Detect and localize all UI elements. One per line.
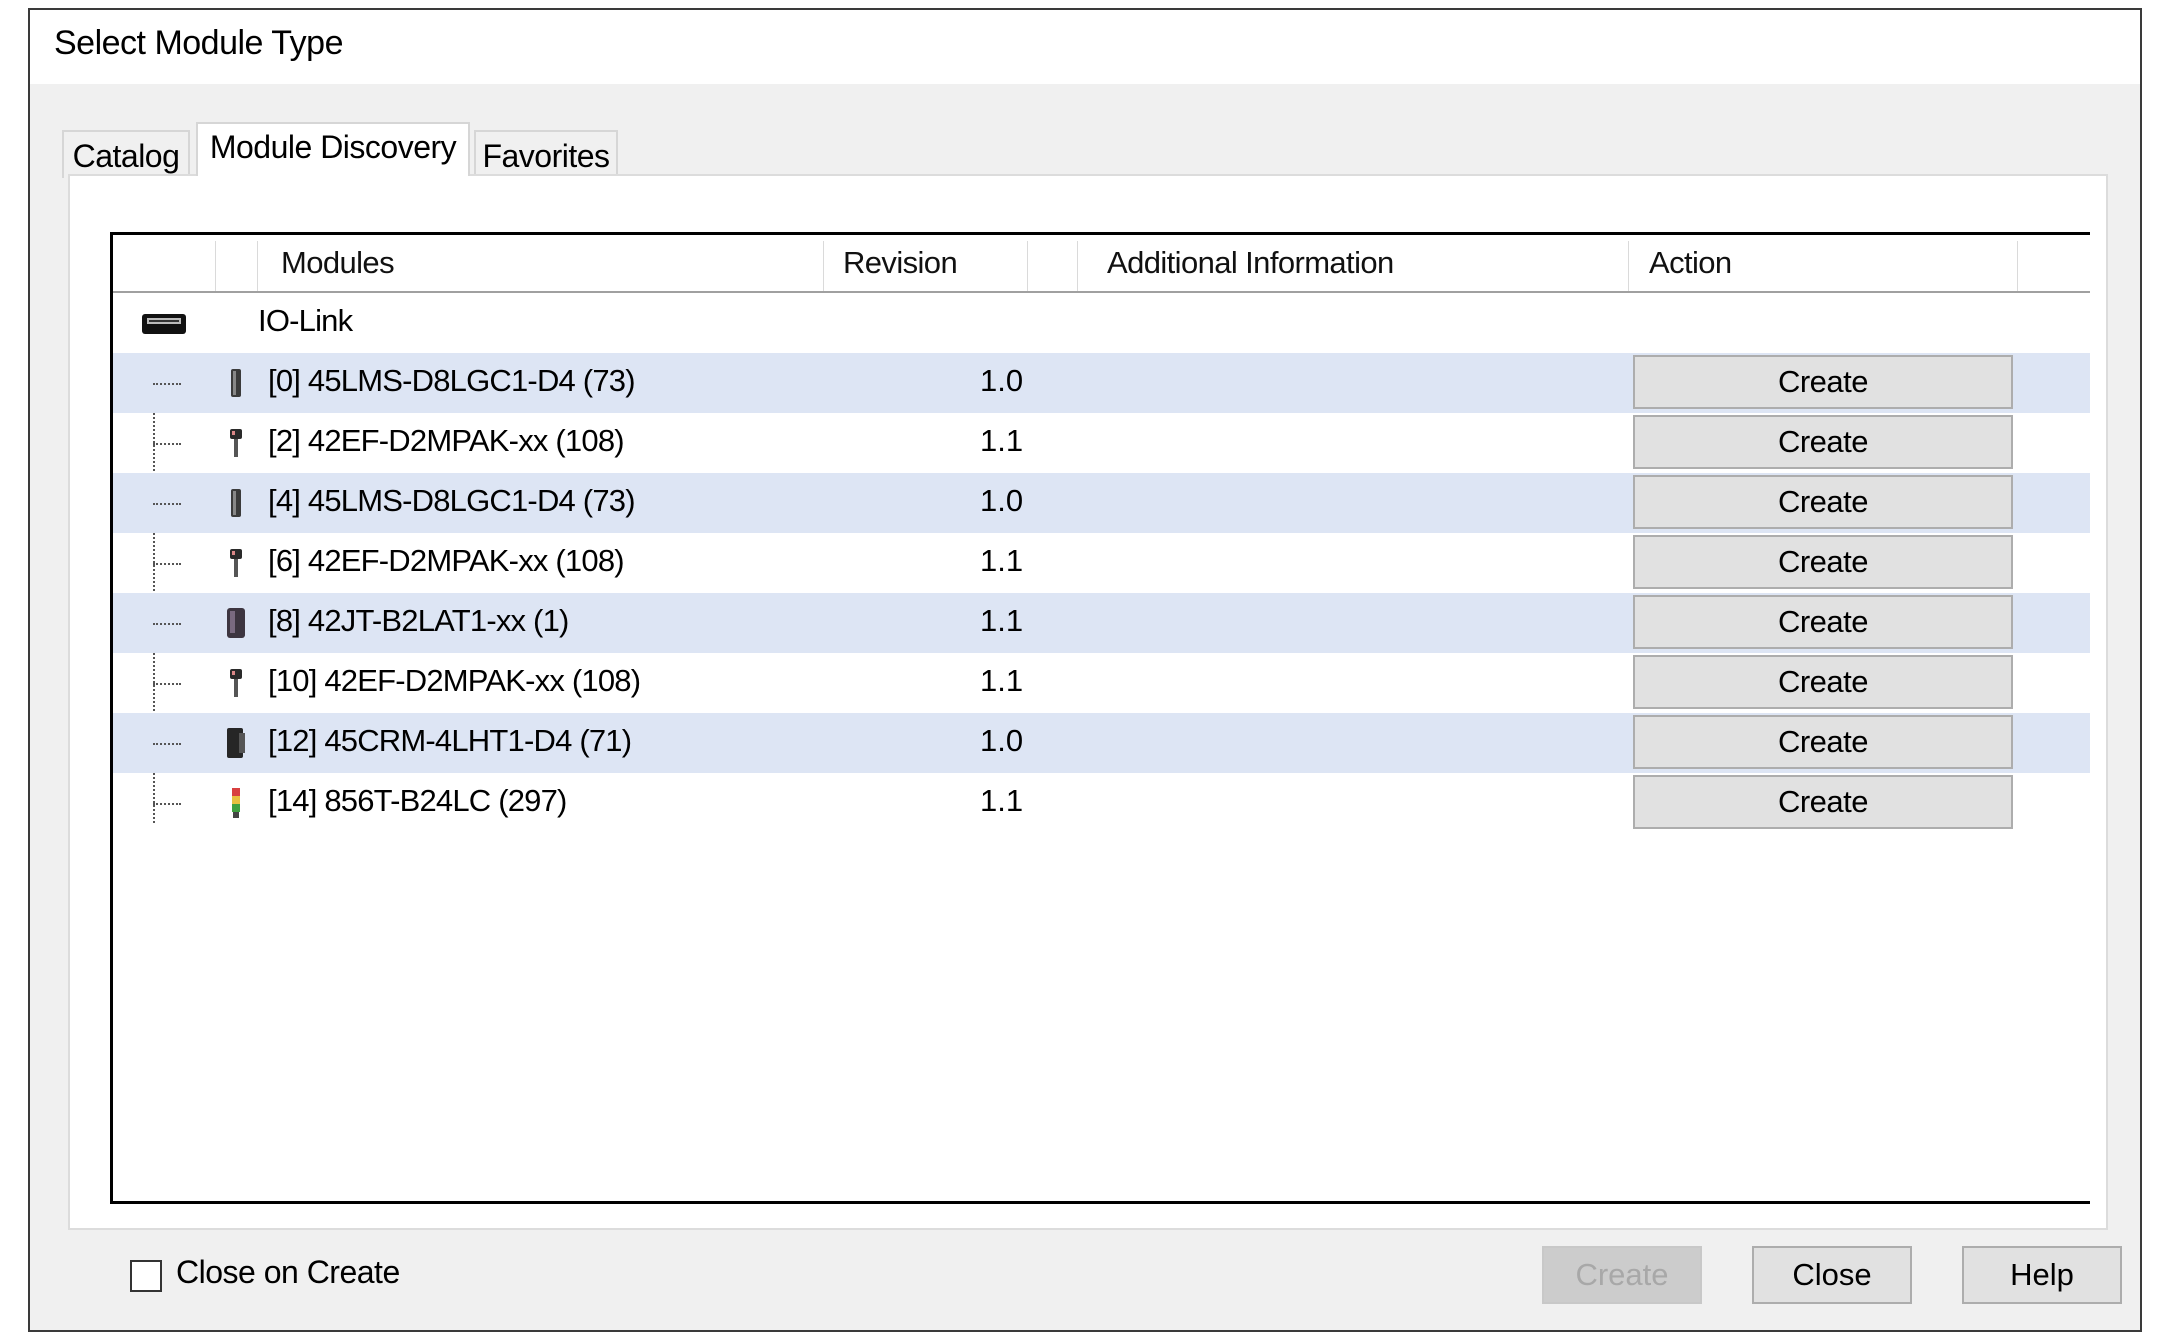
header-separator bbox=[2017, 241, 2018, 291]
distance-sensor-icon bbox=[231, 489, 241, 517]
column-header-additional-information[interactable]: Additional Information bbox=[1107, 235, 1394, 291]
tree-branch bbox=[153, 683, 181, 685]
create-button[interactable]: Create bbox=[1633, 535, 2013, 589]
photoelectric-sensor-icon bbox=[230, 669, 242, 697]
header-separator bbox=[823, 241, 824, 291]
module-revision: 1.0 bbox=[980, 363, 1024, 398]
block-sensor-icon bbox=[227, 608, 245, 638]
module-name: [0] 45LMS-D8LGC1-D4 (73) bbox=[268, 363, 636, 398]
module-name: [14] 856T-B24LC (297) bbox=[268, 783, 567, 818]
create-button[interactable]: Create bbox=[1633, 415, 2013, 469]
title-bar[interactable]: Select Module Type bbox=[30, 10, 2140, 84]
photoelectric-sensor-icon bbox=[230, 429, 242, 457]
module-revision: 1.1 bbox=[980, 423, 1024, 458]
module-revision: 1.0 bbox=[980, 723, 1024, 758]
header-separator bbox=[215, 241, 216, 291]
tab-module-discovery[interactable]: Module Discovery bbox=[196, 122, 470, 176]
header-separator bbox=[257, 241, 258, 291]
header-separator bbox=[1077, 241, 1078, 291]
close-button[interactable]: Close bbox=[1752, 1246, 1912, 1304]
module-name: [6] 42EF-D2MPAK-xx (108) bbox=[268, 543, 625, 578]
tree-branch bbox=[153, 503, 181, 505]
table-row[interactable]: [0] 45LMS-D8LGC1-D4 (73) 1.0 Create bbox=[113, 353, 2090, 413]
module-revision: 1.1 bbox=[980, 543, 1024, 578]
tree-branch bbox=[153, 803, 181, 805]
tree-branch bbox=[153, 623, 181, 625]
header-separator bbox=[1027, 241, 1028, 291]
close-on-create-label[interactable]: Close on Create bbox=[176, 1254, 400, 1291]
photoelectric-sensor-icon bbox=[230, 549, 242, 577]
create-button-disabled[interactable]: Create bbox=[1542, 1246, 1702, 1304]
grid-header: Modules Revision Additional Information … bbox=[113, 235, 2090, 293]
close-on-create-checkbox[interactable] bbox=[130, 1260, 162, 1292]
table-row[interactable]: [10] 42EF-D2MPAK-xx (108) 1.1 Create bbox=[113, 653, 2090, 713]
tab-catalog[interactable]: Catalog bbox=[62, 130, 190, 178]
module-revision: 1.1 bbox=[980, 603, 1024, 638]
stack-light-icon bbox=[232, 788, 240, 818]
tab-favorites[interactable]: Favorites bbox=[474, 130, 618, 178]
module-name: [12] 45CRM-4LHT1-D4 (71) bbox=[268, 723, 632, 758]
select-module-type-dialog: Select Module Type Catalog Module Discov… bbox=[28, 8, 2142, 1332]
module-name: [10] 42EF-D2MPAK-xx (108) bbox=[268, 663, 641, 698]
create-button[interactable]: Create bbox=[1633, 595, 2013, 649]
module-name: [2] 42EF-D2MPAK-xx (108) bbox=[268, 423, 625, 458]
table-row[interactable]: [2] 42EF-D2MPAK-xx (108) 1.1 Create bbox=[113, 413, 2090, 473]
tree-branch bbox=[153, 743, 181, 745]
create-button[interactable]: Create bbox=[1633, 355, 2013, 409]
table-row[interactable]: [8] 42JT-B2LAT1-xx (1) 1.1 Create bbox=[113, 593, 2090, 653]
table-row[interactable]: [14] 856T-B24LC (297) 1.1 Create bbox=[113, 773, 2090, 833]
column-header-modules[interactable]: Modules bbox=[281, 235, 395, 291]
module-name: [4] 45LMS-D8LGC1-D4 (73) bbox=[268, 483, 636, 518]
tree-branch bbox=[153, 563, 181, 565]
module-revision: 1.0 bbox=[980, 483, 1024, 518]
create-button[interactable]: Create bbox=[1633, 655, 2013, 709]
header-separator bbox=[1628, 241, 1629, 291]
create-button[interactable]: Create bbox=[1633, 715, 2013, 769]
module-revision: 1.1 bbox=[980, 783, 1024, 818]
table-row[interactable]: [4] 45LMS-D8LGC1-D4 (73) 1.0 Create bbox=[113, 473, 2090, 533]
tree-branch bbox=[153, 443, 181, 445]
tab-panel: Modules Revision Additional Information … bbox=[68, 174, 2108, 1230]
module-grid: Modules Revision Additional Information … bbox=[110, 232, 2090, 1204]
tree-branch bbox=[153, 383, 181, 385]
create-button[interactable]: Create bbox=[1633, 475, 2013, 529]
group-label: IO-Link bbox=[258, 303, 353, 338]
table-row[interactable]: [12] 45CRM-4LHT1-D4 (71) 1.0 Create bbox=[113, 713, 2090, 773]
column-header-action[interactable]: Action bbox=[1649, 235, 1732, 291]
color-sensor-icon bbox=[227, 728, 245, 758]
distance-sensor-icon bbox=[231, 369, 241, 397]
io-link-adapter-icon bbox=[142, 314, 186, 334]
module-name: [8] 42JT-B2LAT1-xx (1) bbox=[268, 603, 569, 638]
help-button[interactable]: Help bbox=[1962, 1246, 2122, 1304]
table-row[interactable]: [6] 42EF-D2MPAK-xx (108) 1.1 Create bbox=[113, 533, 2090, 593]
dialog-title: Select Module Type bbox=[54, 24, 344, 62]
group-row-io-link[interactable]: IO-Link bbox=[113, 293, 2090, 353]
create-button[interactable]: Create bbox=[1633, 775, 2013, 829]
column-header-revision[interactable]: Revision bbox=[843, 235, 958, 291]
module-revision: 1.1 bbox=[980, 663, 1024, 698]
